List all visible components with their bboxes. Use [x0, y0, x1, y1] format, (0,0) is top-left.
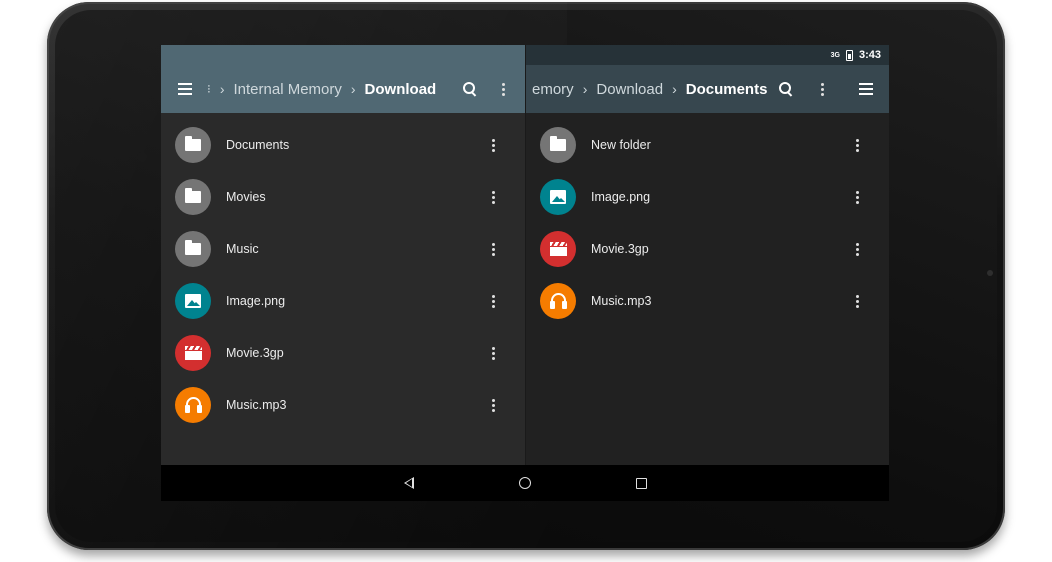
left-toolbar: ⁝ › Internal Memory › Download — [161, 65, 525, 113]
right-breadcrumb: emory › Download › Documents — [532, 81, 767, 98]
image-icon — [175, 283, 211, 319]
more-vert-icon — [491, 346, 495, 360]
search-icon — [779, 82, 793, 96]
more-vert-icon — [491, 190, 495, 204]
left-pane: ⁝ › Internal Memory › Download Documents — [161, 45, 526, 465]
list-item-label: Image.png — [226, 294, 286, 308]
left-file-list: Documents Movies Music Image.png Movie.3 — [161, 119, 525, 431]
folder-icon — [540, 127, 576, 163]
list-item[interactable]: Movie.3gp — [526, 223, 889, 275]
more-vert-icon — [855, 294, 859, 308]
list-item[interactable]: Image.png — [161, 275, 525, 327]
item-menu-button[interactable] — [481, 133, 505, 157]
list-item-label: Movie.3gp — [591, 242, 649, 256]
list-item[interactable]: Music.mp3 — [526, 275, 889, 327]
sensor — [137, 152, 147, 162]
folder-icon — [175, 231, 211, 267]
chevron-right-icon: › — [582, 81, 588, 97]
list-item[interactable]: Image.png — [526, 171, 889, 223]
list-item-label: Documents — [226, 138, 290, 152]
breadcrumb-memory[interactable]: emory — [532, 81, 574, 98]
back-icon[interactable] — [403, 477, 414, 489]
breadcrumb-overflow[interactable]: ⁝ — [207, 82, 211, 96]
right-pane: emory › Download › Documents New folder — [526, 65, 889, 485]
overflow-menu-button[interactable] — [491, 77, 515, 101]
sensor-right — [987, 270, 993, 276]
image-icon — [540, 179, 576, 215]
screen: emory › Download › Documents New folder — [161, 45, 889, 501]
search-button[interactable] — [458, 77, 482, 101]
list-item-label: Movie.3gp — [226, 346, 284, 360]
item-menu-button[interactable] — [845, 185, 869, 209]
left-breadcrumb: ⁝ › Internal Memory › Download — [207, 81, 436, 98]
list-item[interactable]: Movies — [161, 171, 525, 223]
list-item[interactable]: Movie.3gp — [161, 327, 525, 379]
navigation-bar — [161, 465, 889, 501]
chevron-right-icon: › — [672, 81, 677, 97]
headphones-icon — [540, 283, 576, 319]
more-vert-icon — [501, 82, 505, 96]
search-icon — [463, 82, 477, 96]
left-pane-statusbar-overlay — [161, 45, 525, 65]
list-item-label: Music.mp3 — [591, 294, 652, 308]
home-icon[interactable] — [518, 477, 531, 489]
headphones-icon — [175, 387, 211, 423]
list-item[interactable]: Music.mp3 — [161, 379, 525, 431]
clapperboard-icon — [540, 231, 576, 267]
more-vert-icon — [855, 242, 859, 256]
chevron-right-icon: › — [350, 81, 356, 97]
list-item-label: New folder — [591, 138, 651, 152]
more-vert-icon — [491, 242, 495, 256]
signal-icon: 3G — [830, 51, 840, 59]
more-vert-icon — [491, 398, 495, 412]
breadcrumb-internal-memory[interactable]: Internal Memory — [234, 81, 342, 98]
hamburger-icon — [859, 83, 873, 95]
right-file-list: New folder Image.png Movie.3gp Music.mp3 — [526, 119, 889, 327]
recents-icon[interactable] — [635, 477, 647, 489]
item-menu-button[interactable] — [845, 289, 869, 313]
overflow-menu-button[interactable] — [810, 77, 834, 101]
menu-button[interactable] — [854, 77, 878, 101]
list-item[interactable]: Music — [161, 223, 525, 275]
item-menu-button[interactable] — [481, 185, 505, 209]
folder-icon — [175, 127, 211, 163]
item-menu-button[interactable] — [845, 133, 869, 157]
breadcrumb-download[interactable]: Download — [596, 81, 663, 98]
item-menu-button[interactable] — [481, 341, 505, 365]
list-item-label: Music — [226, 242, 259, 256]
hamburger-icon — [178, 83, 192, 95]
folder-icon — [175, 179, 211, 215]
item-menu-button[interactable] — [481, 393, 505, 417]
search-button[interactable] — [774, 77, 798, 101]
item-menu-button[interactable] — [481, 237, 505, 261]
more-vert-icon — [820, 82, 824, 96]
menu-button[interactable] — [173, 77, 197, 101]
list-item-label: Music.mp3 — [226, 398, 287, 412]
status-time: 3:43 — [858, 49, 881, 61]
more-vert-icon — [855, 190, 859, 204]
chevron-right-icon: › — [219, 81, 225, 97]
list-item-label: Movies — [226, 190, 266, 204]
list-item[interactable]: New folder — [526, 119, 889, 171]
battery-icon — [845, 49, 853, 61]
breadcrumb-documents[interactable]: Documents — [686, 81, 768, 98]
more-vert-icon — [491, 138, 495, 152]
breadcrumb-download[interactable]: Download — [365, 81, 437, 98]
more-vert-icon — [855, 138, 859, 152]
clapperboard-icon — [175, 335, 211, 371]
list-item-label: Image.png — [591, 190, 651, 204]
list-item[interactable]: Documents — [161, 119, 525, 171]
item-menu-button[interactable] — [481, 289, 505, 313]
right-toolbar: emory › Download › Documents — [526, 65, 889, 113]
item-menu-button[interactable] — [845, 237, 869, 261]
more-vert-icon — [491, 294, 495, 308]
